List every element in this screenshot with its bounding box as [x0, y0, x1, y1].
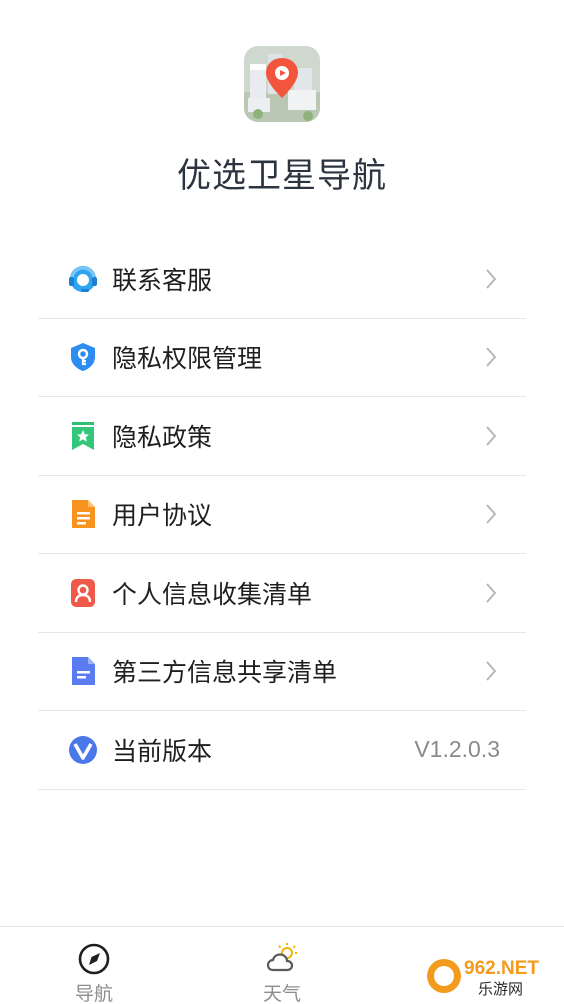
menu-item-contact-support[interactable]: 联系客服 — [38, 240, 526, 319]
bookmark-star-icon — [66, 419, 100, 453]
chevron-right-icon — [486, 426, 497, 446]
app-logo — [244, 46, 320, 122]
compass-icon — [78, 943, 110, 975]
chevron-right-icon — [486, 583, 497, 603]
chevron-right-icon — [486, 661, 497, 681]
tab-navigation[interactable]: 导航 — [34, 927, 154, 1004]
chevron-right-icon — [486, 504, 497, 524]
watermark-bottom-text: 乐游网 — [478, 980, 523, 998]
menu-item-label: 第三方信息共享清单 — [112, 658, 338, 688]
settings-menu: 联系客服 隐私权限管理 隐私政策 用户协议 个人信息收集清单 第三方信息共享清单… — [38, 240, 526, 790]
headset-icon — [66, 262, 100, 296]
version-value: V1.2.0.3 — [414, 736, 500, 763]
menu-item-current-version: 当前版本 V1.2.0.3 — [38, 711, 526, 790]
menu-item-label: 隐私政策 — [112, 422, 213, 452]
list-doc-icon — [66, 654, 100, 688]
menu-item-label: 用户协议 — [112, 501, 213, 531]
version-label: 当前版本 — [112, 736, 213, 766]
person-card-icon — [66, 576, 100, 610]
watermark-top-text: 962.NET — [464, 958, 539, 979]
shield-key-icon — [66, 340, 100, 374]
app-title: 优选卫星导航 — [177, 156, 387, 196]
document-icon — [66, 497, 100, 531]
weather-icon — [266, 943, 297, 972]
tab-weather[interactable]: 天气 — [222, 927, 342, 1004]
menu-item-label: 隐私权限管理 — [112, 344, 263, 374]
menu-item-privacy-permissions[interactable]: 隐私权限管理 — [38, 319, 526, 397]
chevron-right-icon — [486, 347, 497, 367]
tab-label: 导航 — [74, 983, 113, 1004]
tab-label: 天气 — [262, 983, 301, 1004]
menu-item-third-party-sharing[interactable]: 第三方信息共享清单 — [38, 633, 526, 711]
menu-item-label: 联系客服 — [112, 265, 213, 295]
v-logo-icon — [66, 733, 100, 767]
chevron-right-icon — [486, 269, 497, 289]
watermark-logo: 962.NET 乐游网 — [422, 948, 562, 1000]
menu-item-personal-info-list[interactable]: 个人信息收集清单 — [38, 554, 526, 633]
menu-item-user-agreement[interactable]: 用户协议 — [38, 476, 526, 554]
menu-item-privacy-policy[interactable]: 隐私政策 — [38, 397, 526, 476]
menu-item-label: 个人信息收集清单 — [112, 579, 313, 609]
